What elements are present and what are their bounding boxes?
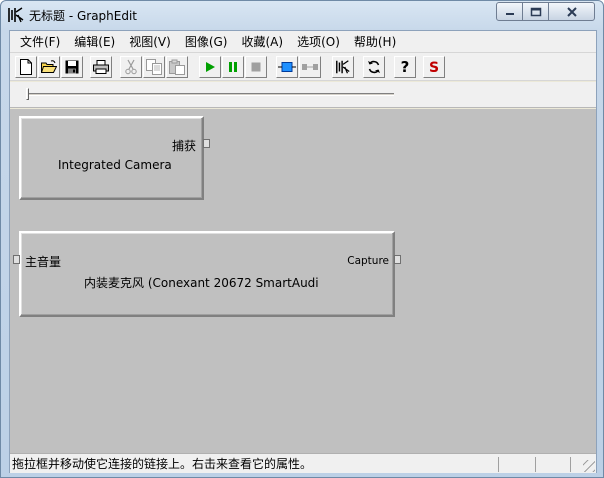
print-icon bbox=[93, 60, 109, 74]
svg-text:?: ? bbox=[401, 59, 410, 75]
status-separator bbox=[570, 457, 571, 472]
seek-track[interactable] bbox=[26, 93, 394, 96]
status-text: 拖拉框并移动使它连接的链接上。右击来查看它的属性。 bbox=[12, 457, 313, 471]
pause-button[interactable] bbox=[222, 56, 244, 78]
pin-label-capture: 捕获 bbox=[171, 139, 196, 153]
menu-options[interactable]: 选项(O) bbox=[290, 32, 347, 52]
seek-icon bbox=[302, 64, 318, 70]
pause-icon bbox=[229, 62, 237, 72]
input-pin-master-volume[interactable] bbox=[13, 255, 20, 264]
copy-icon bbox=[146, 59, 162, 75]
status-separator bbox=[498, 457, 499, 472]
sync-button[interactable]: S bbox=[423, 56, 445, 78]
stop-button[interactable] bbox=[245, 56, 267, 78]
title-bar[interactable]: 无标题 - GraphEdit bbox=[1, 1, 603, 29]
menu-view[interactable]: 视图(V) bbox=[122, 32, 178, 52]
status-bar: 拖拉框并移动使它连接的链接上。右击来查看它的属性。 bbox=[10, 453, 596, 473]
pin-label-master-volume: 主音量 bbox=[25, 255, 62, 269]
open-folder-icon bbox=[41, 60, 57, 73]
sync-icon: S bbox=[429, 60, 439, 75]
print-button[interactable] bbox=[90, 56, 112, 78]
graphedit-icon bbox=[336, 60, 350, 74]
new-button[interactable] bbox=[15, 56, 37, 78]
play-icon bbox=[206, 62, 215, 72]
menu-help[interactable]: 帮助(H) bbox=[347, 32, 403, 52]
open-button[interactable] bbox=[38, 56, 60, 78]
status-separator bbox=[535, 457, 536, 472]
toolbar: ? S bbox=[10, 53, 596, 81]
filter-internal-microphone[interactable]: 主音量 Capture 内装麦克风 (Conexant 20672 SmartA… bbox=[19, 231, 395, 317]
maximize-button[interactable] bbox=[522, 2, 549, 21]
menu-bar: 文件(F) 编辑(E) 视图(V) 图像(G) 收藏(A) 选项(O) 帮助(H… bbox=[10, 31, 596, 53]
graphedit-icon[interactable] bbox=[7, 6, 25, 24]
menu-graph[interactable]: 图像(G) bbox=[178, 32, 235, 52]
filter-integrated-camera[interactable]: 捕获 Integrated Camera bbox=[19, 116, 204, 200]
save-icon bbox=[65, 60, 79, 74]
new-document-icon bbox=[20, 59, 32, 75]
window-title: 无标题 - GraphEdit bbox=[29, 9, 138, 23]
pin-label-capture: Capture bbox=[347, 255, 389, 267]
resize-grip[interactable] bbox=[583, 460, 595, 472]
menu-edit[interactable]: 编辑(E) bbox=[67, 32, 122, 52]
seek-bar-area bbox=[10, 82, 596, 108]
refresh-button[interactable] bbox=[363, 56, 385, 78]
menu-file[interactable]: 文件(F) bbox=[13, 32, 67, 52]
filter-name: 内装麦克风 (Conexant 20672 SmartAudi bbox=[84, 276, 319, 290]
svg-text:S: S bbox=[429, 60, 439, 75]
seek-thumb[interactable] bbox=[26, 88, 29, 100]
frame-step-icon bbox=[278, 62, 296, 72]
help-button[interactable]: ? bbox=[394, 56, 416, 78]
cut-button[interactable] bbox=[120, 56, 142, 78]
maximize-icon bbox=[530, 7, 541, 16]
graph-canvas[interactable]: 捕获 Integrated Camera 主音量 Capture 内装麦克风 (… bbox=[10, 109, 596, 453]
save-button[interactable] bbox=[61, 56, 83, 78]
cut-icon bbox=[125, 59, 137, 75]
stop-icon bbox=[251, 62, 261, 72]
play-button[interactable] bbox=[199, 56, 221, 78]
client-area: 文件(F) 编辑(E) 视图(V) 图像(G) 收藏(A) 选项(O) 帮助(H… bbox=[9, 30, 597, 473]
app-window: 无标题 - GraphEdit 文件(F) 编辑(E) 视图(V) 图像(G) … bbox=[0, 0, 604, 478]
frame-step-button[interactable] bbox=[276, 56, 298, 78]
filter-name: Integrated Camera bbox=[58, 158, 172, 172]
output-pin-capture[interactable] bbox=[203, 139, 210, 148]
seek-button[interactable] bbox=[299, 56, 321, 78]
paste-button[interactable] bbox=[166, 56, 188, 78]
paste-icon bbox=[169, 59, 185, 75]
close-button[interactable] bbox=[548, 2, 595, 21]
graphedit-button[interactable] bbox=[332, 56, 354, 78]
copy-button[interactable] bbox=[143, 56, 165, 78]
output-pin-capture[interactable] bbox=[394, 255, 401, 264]
minimize-button[interactable] bbox=[496, 2, 523, 21]
close-icon bbox=[566, 6, 577, 17]
minimize-icon bbox=[505, 12, 514, 15]
menu-favorites[interactable]: 收藏(A) bbox=[234, 32, 290, 52]
help-icon: ? bbox=[401, 59, 410, 75]
refresh-icon bbox=[368, 60, 380, 74]
